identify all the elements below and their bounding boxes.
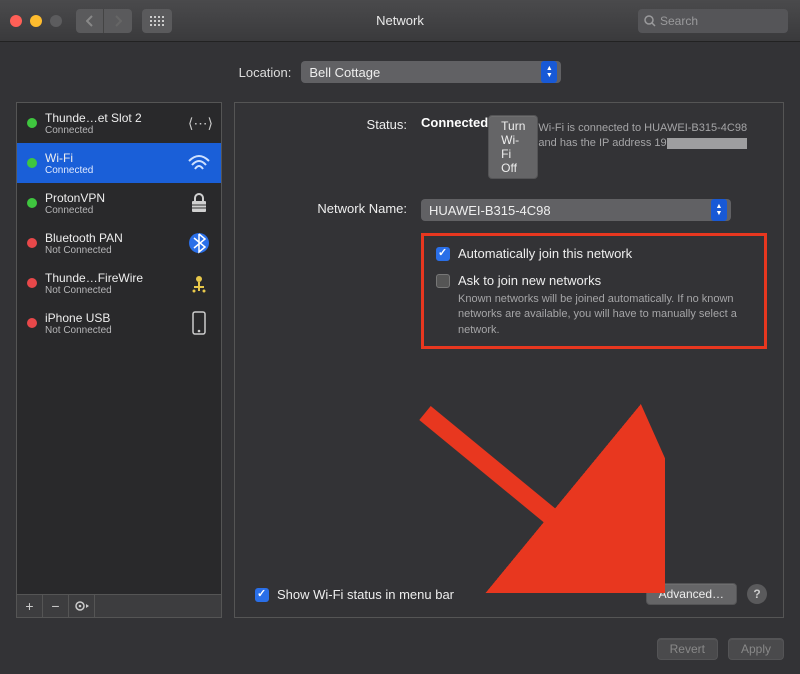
sidebar-item-sub: Connected: [45, 165, 177, 176]
nav-buttons: [76, 9, 132, 33]
network-name-value: HUAWEI-B315-4C98: [429, 203, 551, 218]
show-all-button[interactable]: [142, 9, 172, 33]
chevron-left-icon: [86, 15, 94, 27]
location-select[interactable]: Bell Cottage ▲▼: [301, 61, 561, 83]
add-interface-button[interactable]: +: [17, 594, 43, 618]
zoom-icon[interactable]: [50, 15, 62, 27]
network-name-select[interactable]: HUAWEI-B315-4C98 ▲▼: [421, 199, 731, 221]
bottom-row: Show Wi-Fi status in menu bar Advanced… …: [251, 571, 767, 605]
apply-button[interactable]: Apply: [728, 638, 784, 660]
sidebar-item-text: Thunde…et Slot 2 Connected: [45, 111, 177, 136]
sidebar-item-sub: Not Connected: [45, 325, 177, 336]
annotation-highlight-box: Automatically join this network Ask to j…: [421, 233, 767, 349]
status-dot-icon: [27, 198, 37, 208]
sidebar-item-text: Wi-Fi Connected: [45, 151, 177, 176]
help-button[interactable]: ?: [747, 584, 767, 604]
sidebar-item-protonvpn[interactable]: ProtonVPN Connected: [17, 183, 221, 223]
redacted-ip: [667, 138, 747, 149]
ask-join-checkbox[interactable]: [436, 274, 450, 288]
status-row: Status: Connected Turn Wi-Fi Off Wi-Fi i…: [251, 115, 767, 179]
remove-interface-button[interactable]: −: [43, 594, 69, 618]
back-button[interactable]: [76, 9, 104, 33]
chevron-right-icon: [114, 15, 122, 27]
status-desc: Wi-Fi is connected to HUAWEI-B315-4C98 a…: [538, 121, 767, 152]
network-name-row: Network Name: HUAWEI-B315-4C98 ▲▼: [251, 199, 767, 221]
sidebar-item-text: ProtonVPN Connected: [45, 191, 177, 216]
auto-join-label: Automatically join this network: [458, 246, 632, 261]
status-dot-icon: [27, 118, 37, 128]
ask-join-label: Ask to join new networks: [458, 273, 738, 288]
auto-join-row: Automatically join this network: [436, 246, 752, 261]
chevron-updown-icon: ▲▼: [711, 199, 727, 221]
search-icon: [644, 15, 656, 27]
sidebar-item-bluetooth[interactable]: Bluetooth PAN Not Connected: [17, 223, 221, 263]
ask-join-desc: Known networks will be joined automatica…: [458, 292, 738, 338]
ask-join-row: Ask to join new networks Known networks …: [436, 273, 752, 338]
sidebar-item-sub: Connected: [45, 205, 177, 216]
status-dot-icon: [27, 158, 37, 168]
sidebar-item-wifi[interactable]: Wi-Fi Connected: [17, 143, 221, 183]
status-label: Status:: [251, 115, 421, 179]
network-prefs-window: Network Search Location: Bell Cottage ▲▼…: [0, 0, 800, 674]
wifi-icon: [185, 149, 213, 177]
sidebar-item-label: Wi-Fi: [45, 151, 177, 165]
grid-icon: [150, 16, 164, 26]
svg-text:⟨⋯⟩: ⟨⋯⟩: [188, 115, 212, 131]
annotation-arrow: [405, 393, 665, 593]
thunderbolt-icon: ⟨⋯⟩: [185, 109, 213, 137]
status-dot-icon: [27, 238, 37, 248]
status-dot-icon: [27, 318, 37, 328]
chevron-updown-icon: ▲▼: [541, 61, 557, 83]
interfaces-sidebar: Thunde…et Slot 2 Connected ⟨⋯⟩ Wi-Fi Con…: [16, 102, 222, 594]
settings-pane: Status: Connected Turn Wi-Fi Off Wi-Fi i…: [234, 102, 784, 618]
sidebar-item-label: Thunde…FireWire: [45, 271, 177, 285]
revert-button[interactable]: Revert: [657, 638, 718, 660]
lock-icon: [185, 189, 213, 217]
sidebar-item-text: iPhone USB Not Connected: [45, 311, 177, 336]
bluetooth-icon: [185, 229, 213, 257]
menubar-status-checkbox[interactable]: [255, 588, 269, 602]
sidebar-item-label: Bluetooth PAN: [45, 231, 177, 245]
location-value: Bell Cottage: [309, 65, 380, 80]
sidebar-item-label: ProtonVPN: [45, 191, 177, 205]
menubar-status-label: Show Wi-Fi status in menu bar: [277, 587, 454, 602]
sidebar-item-sub: Not Connected: [45, 245, 177, 256]
sidebar-item-text: Bluetooth PAN Not Connected: [45, 231, 177, 256]
sidebar-item-sub: Connected: [45, 125, 177, 136]
titlebar: Network Search: [0, 0, 800, 42]
sidebar-item-thunderbolt[interactable]: Thunde…et Slot 2 Connected ⟨⋯⟩: [17, 103, 221, 143]
location-label: Location:: [239, 65, 292, 80]
main-area: Thunde…et Slot 2 Connected ⟨⋯⟩ Wi-Fi Con…: [0, 102, 800, 628]
network-name-label: Network Name:: [251, 199, 421, 221]
status-dot-icon: [27, 278, 37, 288]
search-input[interactable]: Search: [638, 9, 788, 33]
phone-icon: [185, 309, 213, 337]
sidebar-actions-button[interactable]: [69, 594, 95, 618]
status-value: Connected: [421, 115, 488, 130]
sidebar-item-firewire[interactable]: Thunde…FireWire Not Connected: [17, 263, 221, 303]
close-icon[interactable]: [10, 15, 22, 27]
turn-wifi-off-button[interactable]: Turn Wi-Fi Off: [488, 115, 538, 179]
sidebar-item-label: iPhone USB: [45, 311, 177, 325]
footer-buttons: Revert Apply: [0, 628, 800, 674]
sidebar-item-iphone-usb[interactable]: iPhone USB Not Connected: [17, 303, 221, 343]
menubar-status-row: Show Wi-Fi status in menu bar: [255, 587, 454, 602]
firewire-icon: [185, 269, 213, 297]
gear-icon: [74, 600, 90, 612]
sidebar-wrapper: Thunde…et Slot 2 Connected ⟨⋯⟩ Wi-Fi Con…: [16, 102, 222, 618]
auto-join-checkbox[interactable]: [436, 247, 450, 261]
search-placeholder: Search: [660, 14, 698, 28]
sidebar-item-text: Thunde…FireWire Not Connected: [45, 271, 177, 296]
sidebar-item-label: Thunde…et Slot 2: [45, 111, 177, 125]
sidebar-footer: + −: [16, 594, 222, 618]
minimize-icon[interactable]: [30, 15, 42, 27]
location-row: Location: Bell Cottage ▲▼: [0, 42, 800, 102]
traffic-lights: [10, 15, 62, 27]
advanced-button[interactable]: Advanced…: [646, 583, 737, 605]
forward-button: [104, 9, 132, 33]
sidebar-item-sub: Not Connected: [45, 285, 177, 296]
